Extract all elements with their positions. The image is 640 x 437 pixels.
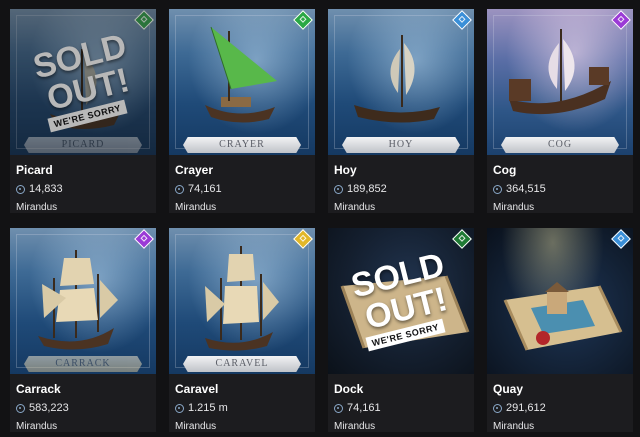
item-price: 583,223 [16,402,69,414]
item-price-value: 583,223 [29,402,69,414]
item-price: 74,161 [334,402,381,414]
item-brand: Mirandus [334,202,376,213]
item-brand: Mirandus [175,421,217,432]
item-card-caravel[interactable]: CARAVEL Caravel 1.215 m Mirandus [169,228,315,432]
item-price-value: 74,161 [347,402,381,414]
item-image: HOY [328,9,474,155]
item-title: Cog [493,163,517,177]
deed-scroll-illustration [503,282,623,351]
item-brand: Mirandus [16,202,58,213]
name-plate: HOY [342,137,460,153]
item-brand: Mirandus [493,421,535,432]
item-card-picard[interactable]: PICARD SOLD OUT! WE'RE SORRY Picard 14,8… [10,9,156,213]
item-card-dock[interactable]: SOLD OUT! WE'RE SORRY Dock 74,161 Mirand… [328,228,474,432]
currency-coin-icon [493,184,502,194]
item-price-value: 364,515 [506,183,546,195]
currency-coin-icon [334,403,343,413]
item-image: CARAVEL [169,228,315,374]
ship-illustration [354,35,440,123]
currency-coin-icon [16,184,25,194]
item-price: 364,515 [493,183,546,195]
name-plate: PICARD [24,137,142,153]
item-price: 14,833 [16,183,63,195]
item-card-quay[interactable]: Quay 291,612 Mirandus [487,228,633,432]
item-image: CRAYER [169,9,315,155]
item-price-value: 74,161 [188,183,222,195]
ship-illustration [38,250,118,350]
currency-coin-icon [175,184,184,194]
item-card-carrack[interactable]: CARRACK Carrack 583,223 Mirandus [10,228,156,432]
item-title: Carrack [16,382,61,396]
item-title: Picard [16,163,53,177]
ship-illustration [50,49,120,129]
currency-coin-icon [16,403,25,413]
item-title: Dock [334,382,364,396]
item-title: Caravel [175,382,219,396]
item-price-value: 1.215 m [188,402,228,414]
item-price-value: 291,612 [506,402,546,414]
name-plate: CARAVEL [183,356,301,372]
ship-illustration [205,26,277,123]
item-title: Crayer [175,163,214,177]
currency-coin-icon [493,403,502,413]
item-price-value: 189,852 [347,183,387,195]
item-brand: Mirandus [16,421,58,432]
item-title: Hoy [334,163,357,177]
item-title: Quay [493,382,524,396]
item-card-cog[interactable]: COG Cog 364,515 Mirandus [487,9,633,213]
item-brand: Mirandus [175,202,217,213]
name-plate: CRAYER [183,137,301,153]
item-price-value: 14,833 [29,183,63,195]
item-card-hoy[interactable]: HOY Hoy 189,852 Mirandus [328,9,474,213]
currency-coin-icon [175,403,184,413]
item-price: 1.215 m [175,402,228,414]
name-plate: COG [501,137,619,153]
item-price: 74,161 [175,183,222,195]
item-card-crayer[interactable]: CRAYER Crayer 74,161 Mirandus [169,9,315,213]
item-image: SOLD OUT! WE'RE SORRY [328,228,474,374]
name-plate: CARRACK [24,356,142,372]
currency-coin-icon [334,184,343,194]
item-image: CARRACK [10,228,156,374]
item-image: PICARD SOLD OUT! WE'RE SORRY [10,9,156,155]
item-image [487,228,633,374]
item-price: 189,852 [334,183,387,195]
item-price: 291,612 [493,402,546,414]
ship-illustration [205,246,279,351]
item-image: COG [487,9,633,155]
item-brand: Mirandus [493,202,535,213]
deed-scroll-illustration [340,275,470,349]
item-brand: Mirandus [334,421,376,432]
ship-illustration [509,29,611,115]
